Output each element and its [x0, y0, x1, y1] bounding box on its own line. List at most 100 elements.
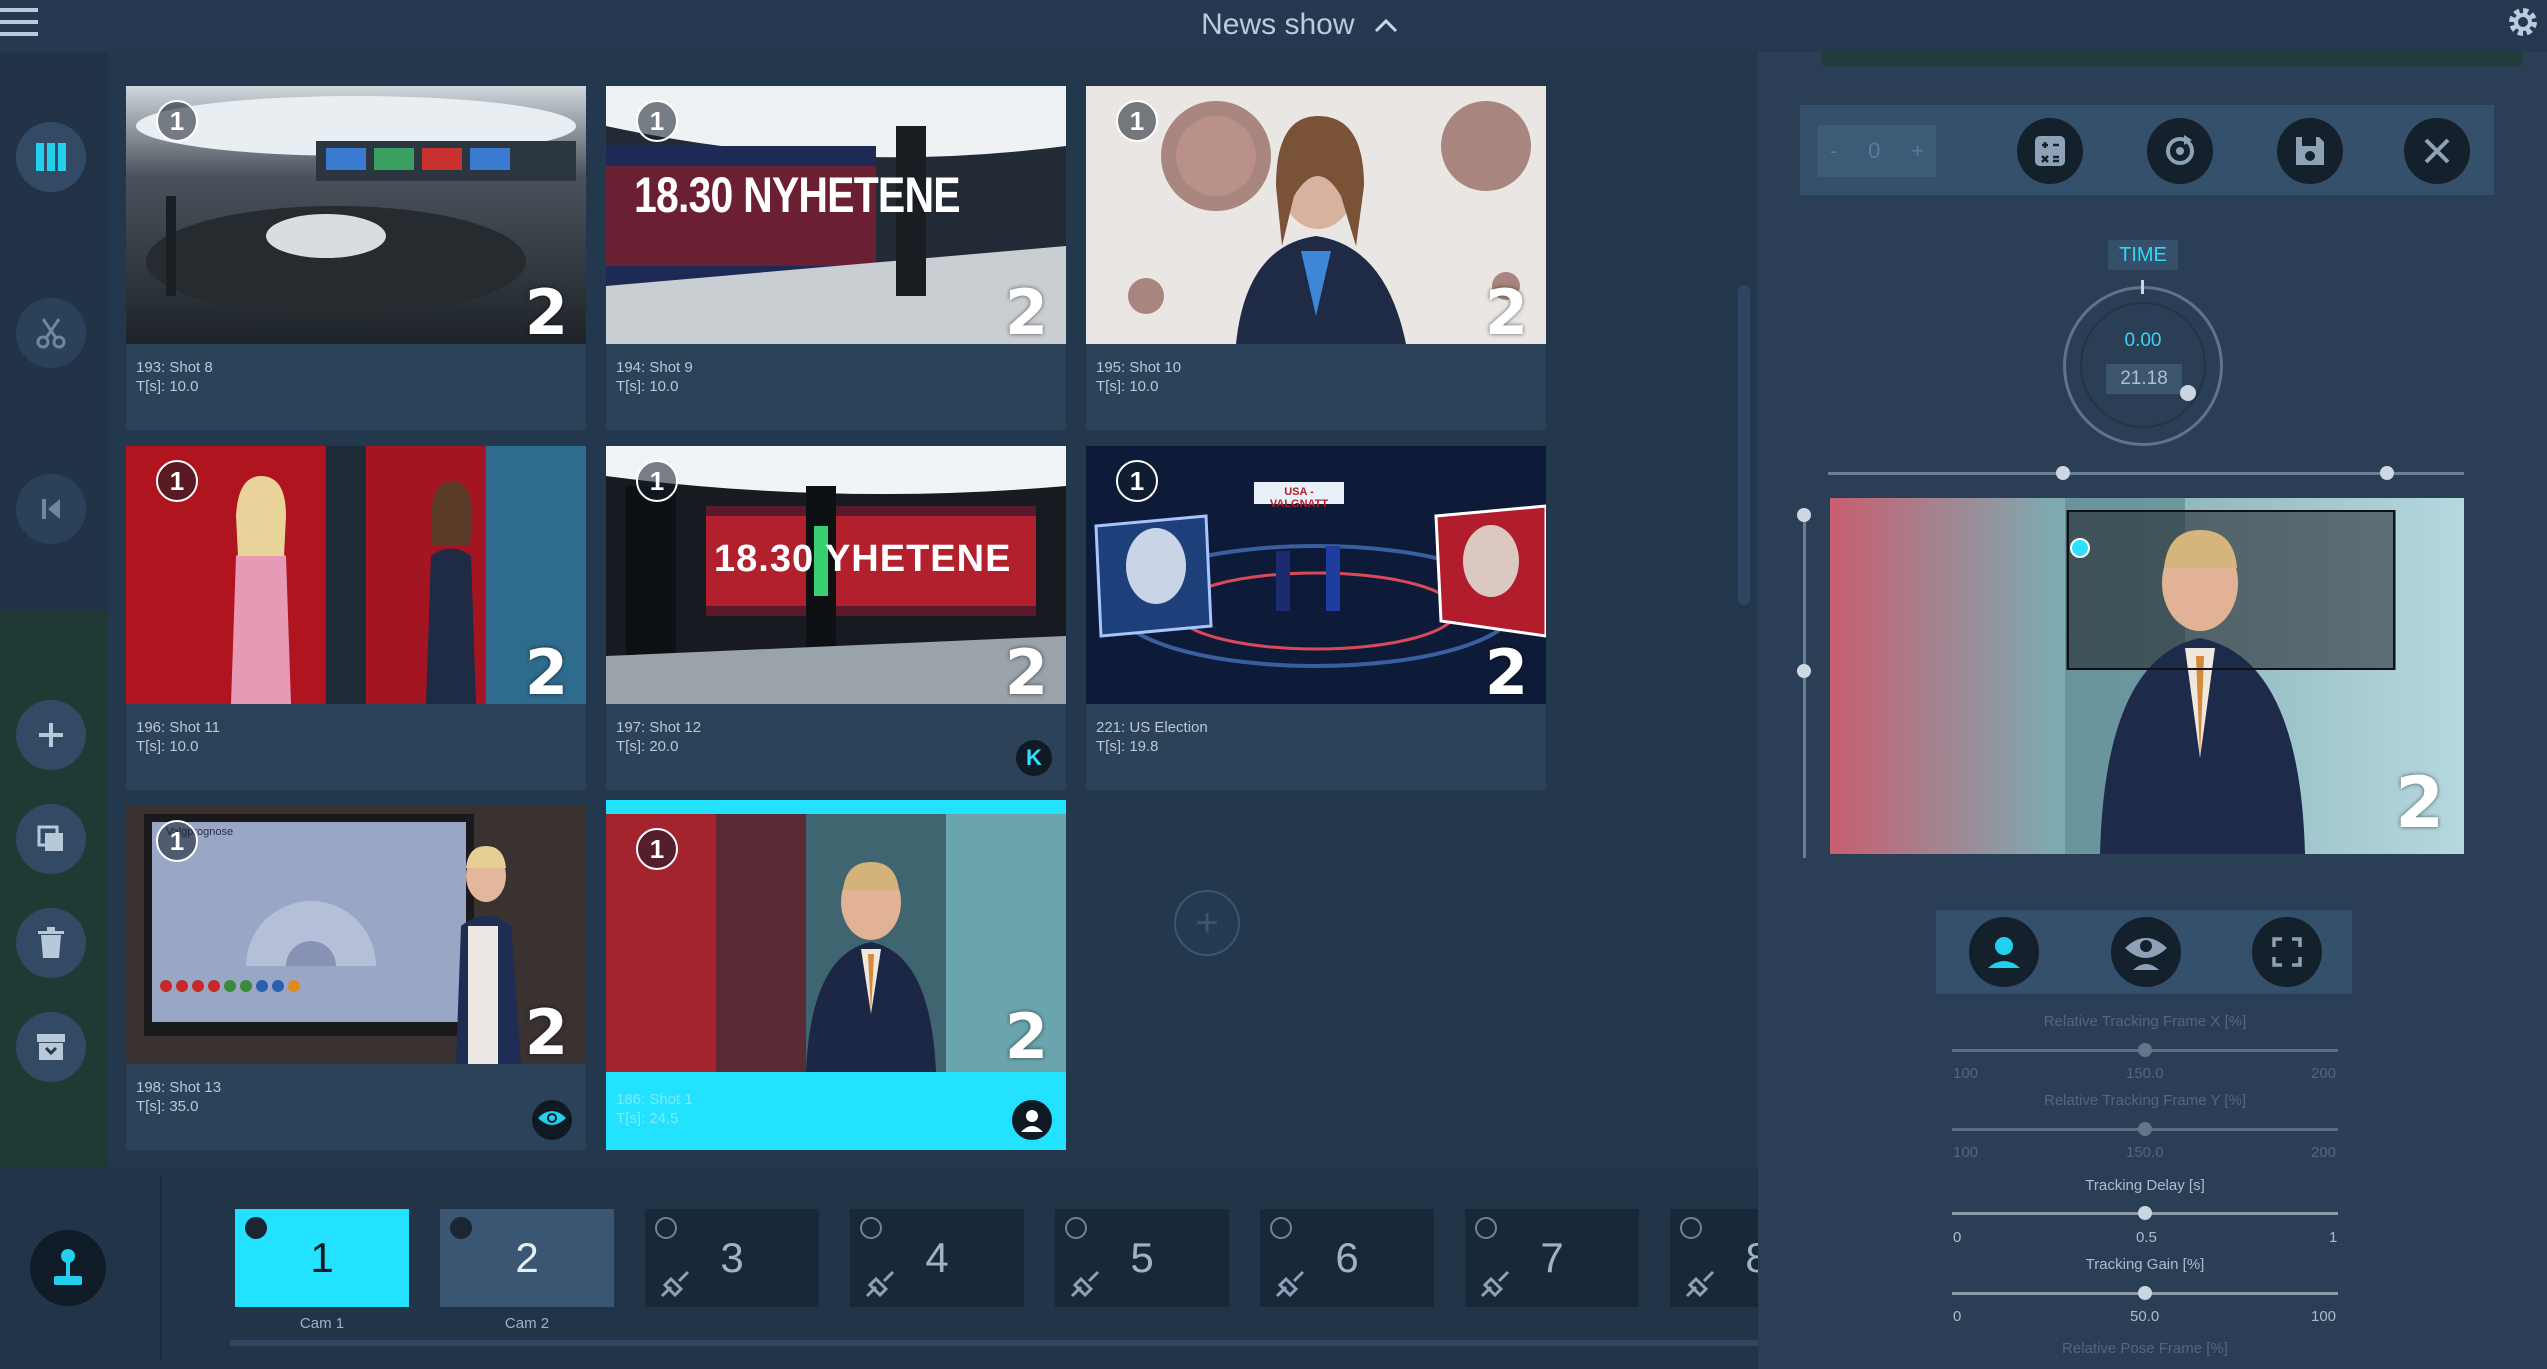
channel-logo: 2 — [524, 636, 568, 709]
range-start-handle[interactable] — [2056, 466, 2070, 480]
channel-logo: 2 — [1484, 636, 1528, 709]
shot-title: 194: Shot 9 — [616, 359, 693, 376]
layer-badge: 1 — [156, 100, 198, 142]
add-shot-button[interactable]: + — [1174, 890, 1240, 956]
channel-logo: 2 — [1004, 1000, 1048, 1073]
slider-handle[interactable] — [2138, 1206, 2152, 1220]
reset-button[interactable] — [2147, 118, 2213, 184]
time-label: TIME — [2108, 240, 2178, 270]
slider-mid: 50.0 — [2130, 1308, 2160, 1325]
slider-handle[interactable] — [2138, 1286, 2152, 1300]
cut-button[interactable] — [16, 298, 86, 368]
vertical-slider-handle[interactable] — [1797, 664, 1811, 678]
camera-label: Cam 1 — [299, 1315, 345, 1332]
skip-start-button[interactable] — [16, 474, 86, 544]
camera-bar-scrollbar[interactable] — [230, 1340, 1758, 1346]
slider-label: Tracking Gain [%] — [2085, 1256, 2205, 1273]
grid-scrollbar[interactable] — [1738, 285, 1750, 605]
track-person-button[interactable] — [1969, 917, 2039, 987]
camera-slot-7[interactable]: 7 — [1465, 1209, 1639, 1307]
shot-card[interactable]: 1 2 196: Shot 11 T[s]: 10.0 — [126, 446, 586, 790]
stepper-value[interactable]: 0 — [1868, 138, 1880, 164]
stepper-plus[interactable]: + — [1911, 138, 1924, 164]
vertical-slider-track[interactable] — [1803, 508, 1806, 858]
shot-card[interactable]: 18.30 YHETENE 1 2 197: Shot 12 T[s]: 20.… — [606, 446, 1066, 790]
columns-icon — [36, 143, 66, 171]
camera-slot-6[interactable]: 6 — [1260, 1209, 1434, 1307]
fullscreen-icon — [2272, 937, 2302, 967]
camera-slot-4[interactable]: 4 — [850, 1209, 1024, 1307]
track-look-button[interactable] — [2111, 917, 2181, 987]
camera-slot-3[interactable]: 3 — [645, 1209, 819, 1307]
close-button[interactable] — [2404, 118, 2470, 184]
person-icon — [1021, 1110, 1043, 1132]
time-current: 0.00 — [2124, 330, 2162, 351]
track-frame-button[interactable] — [2252, 917, 2322, 987]
camera-slot-5[interactable]: 5 — [1055, 1209, 1229, 1307]
camera-slot-1[interactable]: 1 — [235, 1209, 409, 1307]
shot-caption: 196: Shot 11 T[s]: 10.0 — [136, 718, 220, 756]
keyer-badge: K — [1016, 740, 1052, 776]
shot-card[interactable]: Valgprognose 1 2 198: Shot 13 T[s]: 35.0 — [126, 806, 586, 1150]
delete-button[interactable] — [16, 908, 86, 978]
banner-text: USA - VALGNATT — [1269, 486, 1329, 510]
tracking-mode-badge — [1012, 1100, 1052, 1140]
channel-logo: 2 — [1004, 636, 1048, 709]
shot-caption: 198: Shot 13 T[s]: 35.0 — [136, 1078, 221, 1116]
gear-icon[interactable] — [2505, 4, 2541, 45]
shot-duration: T[s]: 19.8 — [1096, 738, 1159, 755]
scissors-icon — [36, 318, 66, 349]
camera-slot-2[interactable]: 2 — [440, 1209, 614, 1307]
tracking-frame[interactable] — [2067, 510, 2395, 670]
disconnected-plug-icon — [1070, 1270, 1100, 1298]
shot-caption: 197: Shot 12 T[s]: 20.0 — [616, 718, 701, 756]
camera-preview[interactable]: 2 — [1830, 498, 2464, 854]
save-button[interactable] — [2277, 118, 2343, 184]
shot-card[interactable]: 18.30 NYHETENE 1 2 194: Shot 9 T[s]: 10.… — [606, 86, 1066, 430]
slider-min: 0 — [1953, 1308, 1962, 1325]
headline-text: 18.30 NYHETENE — [634, 167, 961, 223]
shot-title: 186: Shot 1 — [616, 1091, 693, 1108]
layer-badge: 1 — [1116, 100, 1158, 142]
disconnected-plug-icon — [1480, 1270, 1510, 1298]
layer-badge: 1 — [636, 100, 678, 142]
chevron-up-icon[interactable] — [1373, 16, 1399, 34]
disconnected-plug-icon — [660, 1270, 690, 1298]
shot-card[interactable]: 1 2 195: Shot 10 T[s]: 10.0 — [1086, 86, 1546, 430]
joystick-button[interactable] — [30, 1230, 106, 1306]
disconnected-plug-icon — [865, 1270, 895, 1298]
range-slider-track[interactable] — [1828, 472, 2464, 475]
tracking-point[interactable] — [2070, 538, 2090, 558]
shot-caption: 194: Shot 9 T[s]: 10.0 — [616, 358, 693, 396]
left-rail-bottom — [0, 612, 108, 1167]
shot-duration: T[s]: 10.0 — [1096, 378, 1159, 395]
show-title[interactable]: News show — [1100, 8, 1500, 42]
shot-card[interactable]: 1 2 193: Shot 8 T[s]: 10.0 — [126, 86, 586, 430]
vertical-slider-top-handle[interactable] — [1797, 508, 1811, 522]
duplicate-button[interactable] — [16, 804, 86, 874]
disconnected-plug-icon — [1275, 1270, 1305, 1298]
slider-handle[interactable] — [2138, 1122, 2152, 1136]
slider-handle[interactable] — [2138, 1043, 2152, 1057]
slider-label: Relative Tracking Frame X [%] — [2043, 1013, 2247, 1030]
range-end-handle[interactable] — [2380, 466, 2394, 480]
shot-card[interactable]: USA - VALGNATT 1 2 221: US Election T[s]… — [1086, 446, 1546, 790]
library-view-button[interactable] — [16, 122, 86, 192]
shot-caption: 221: US Election T[s]: 19.8 — [1096, 718, 1208, 756]
layer-stepper[interactable]: - 0 + — [1818, 125, 1936, 177]
layer-badge: 1 — [636, 460, 678, 502]
skip-back-icon — [42, 499, 60, 519]
add-button[interactable] — [16, 700, 86, 770]
shot-duration: T[s]: 20.0 — [616, 738, 679, 755]
calculator-button[interactable] — [2017, 118, 2083, 184]
shot-card-selected[interactable]: 1 2 186: Shot 1 T[s]: 24.5 — [606, 800, 1066, 1150]
archive-button[interactable] — [16, 1012, 86, 1082]
layer-badge: 1 — [156, 820, 198, 862]
menu-icon[interactable] — [0, 6, 40, 45]
camera-slot-8[interactable]: 8 — [1670, 1209, 1758, 1307]
calculator-icon — [2035, 136, 2065, 166]
time-total[interactable]: 21.18 — [2106, 364, 2182, 394]
dial-handle[interactable] — [2180, 385, 2196, 401]
shot-title: 197: Shot 12 — [616, 719, 702, 736]
stepper-minus[interactable]: - — [1830, 138, 1837, 164]
